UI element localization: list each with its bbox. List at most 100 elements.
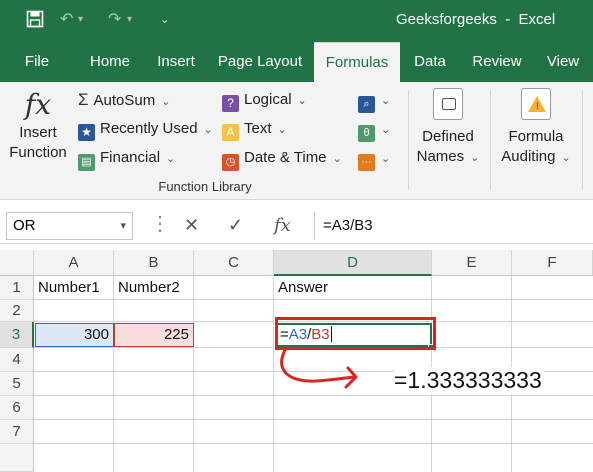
function-icon: fx [24,88,52,121]
save-icon[interactable] [26,10,44,34]
more-functions-icon: ⋯ [358,154,375,171]
lookup-reference-button[interactable]: ⌕ ⌄ [358,91,390,113]
title-bar: ↶ ▾ ↷ ▾ ⌄ Geeksforgeeks - Excel [0,0,593,42]
chevron-down-icon: ⌄ [470,152,480,164]
tab-insert[interactable]: Insert [148,42,204,82]
insert-function-icon[interactable]: fx [274,215,291,236]
undo-icon[interactable]: ↶ [60,10,73,30]
cell-a3[interactable]: 300 [35,323,114,347]
insert-function-button[interactable]: fx Insert Function [6,86,70,174]
formula-auditing-label-1: Formula [508,128,564,145]
function-library-label: Function Library [158,179,252,194]
math-icon: θ [358,125,375,142]
sigma-icon: Σ [78,90,89,109]
formulas-ribbon: fx Insert Function Σ AutoSum ⌄ ★ Recently U… [0,82,593,200]
insert-function-label-2: Function [9,144,67,161]
tab-formulas[interactable]: Formulas [314,42,400,82]
row-header-3[interactable]: 3 [0,322,34,348]
defined-names-icon [433,88,463,120]
formula-input[interactable]: =A3/B3 [314,212,593,240]
column-header-f[interactable]: F [512,250,593,276]
chevron-down-icon: ⌄ [332,153,342,165]
autosum-label: AutoSum [93,92,156,109]
defined-names-label-1: Defined [422,128,474,145]
column-header-e[interactable]: E [432,250,512,276]
star-icon: ★ [78,124,95,141]
recently-used-button[interactable]: ★ Recently Used ⌄ [78,120,213,141]
tab-home[interactable]: Home [82,42,138,82]
lookup-icon: ⌕ [358,96,375,113]
cancel-icon[interactable]: ✕ [184,215,199,236]
select-all-corner[interactable] [0,250,34,276]
column-header-a[interactable]: A [34,250,114,276]
tab-review[interactable]: Review [464,42,530,82]
ribbon-gap [0,200,593,208]
ribbon-separator [490,90,491,190]
defined-names-button[interactable]: Defined Names ⌄ [414,86,482,176]
more-functions-button[interactable]: ⋯ ⌄ [358,149,390,171]
logical-button[interactable]: ? Logical ⌄ [222,91,307,112]
date-time-label: Date & Time [244,149,327,166]
window-title: Geeksforgeeks - Excel [396,11,556,28]
tab-view[interactable]: View [540,42,586,82]
logical-label: Logical [244,91,292,108]
row-header-2[interactable]: 2 [0,300,34,322]
worksheet-grid[interactable]: A B C D E F 1 2 3 4 5 6 7 Number1 Number… [0,250,593,472]
tab-file[interactable]: File [14,42,60,82]
formula-auditing-label-2: Auditing [501,148,556,165]
row-header-6[interactable]: 6 [0,396,34,420]
chevron-down-icon: ⌄ [381,95,391,107]
financial-icon: ▤ [78,154,95,171]
financial-button[interactable]: ▤ Financial ⌄ [78,149,175,171]
math-trig-button[interactable]: θ ⌄ [358,120,390,142]
text-button[interactable]: A Text ⌄ [222,120,287,141]
row-header-5[interactable]: 5 [0,372,34,396]
chevron-down-icon: ⌄ [166,153,176,165]
name-box[interactable]: OR ▾ [6,212,133,240]
name-box-value: OR [13,217,36,234]
clock-icon: ◷ [222,154,239,171]
ribbon-separator [582,90,583,190]
chevron-down-icon: ⌄ [381,124,391,136]
recently-used-label: Recently Used [100,120,198,137]
chevron-down-icon: ⌄ [277,124,287,136]
formula-auditing-button[interactable]: ! Formula Auditing ⌄ [496,86,576,176]
drag-handle-icon[interactable]: ⋮ [150,211,171,236]
undo-dropdown-icon[interactable]: ▾ [78,10,83,30]
chevron-down-icon: ⌄ [297,95,307,107]
defined-names-label-2: Names [416,148,465,165]
chevron-down-icon: ⌄ [203,124,213,136]
autosum-button[interactable]: Σ AutoSum ⌄ [78,91,170,111]
financial-label: Financial [100,149,161,166]
column-header-d[interactable]: D [274,250,432,276]
ribbon-separator [408,90,409,190]
column-header-b[interactable]: B [114,250,194,276]
formula-auditing-icon: ! [521,88,551,120]
logical-icon: ? [222,95,239,112]
insert-function-label-1: Insert [19,124,57,141]
cell-a1[interactable]: Number1 [34,276,114,300]
column-header-c[interactable]: C [194,250,274,276]
enter-icon[interactable]: ✓ [228,215,243,236]
row-header-1[interactable]: 1 [0,276,34,300]
row-header-8[interactable] [0,444,34,472]
chevron-down-icon: ⌄ [161,96,171,108]
text-label: Text [244,120,272,137]
cell-b3[interactable]: 225 [114,323,194,347]
customize-toolbar-icon[interactable]: ⌄ [160,10,169,30]
chevron-down-icon: ⌄ [561,152,571,164]
text-icon: A [222,124,239,141]
date-time-button[interactable]: ◷ Date & Time ⌄ [222,149,342,171]
redo-icon[interactable]: ↷ [108,10,121,30]
ribbon-tabs: File Home Insert Page Layout Formulas Da… [0,42,593,82]
row-header-4[interactable]: 4 [0,348,34,372]
chevron-down-icon: ⌄ [381,153,391,165]
chevron-down-icon[interactable]: ▾ [120,213,126,239]
tab-page-layout[interactable]: Page Layout [212,42,308,82]
tab-data[interactable]: Data [406,42,454,82]
row-header-7[interactable]: 7 [0,420,34,444]
redo-dropdown-icon[interactable]: ▾ [127,10,132,30]
formula-bar: OR ▾ ⋮ ✕ ✓ fx =A3/B3 [0,208,593,244]
cell-b1[interactable]: Number2 [114,276,194,300]
cell-d1[interactable]: Answer [274,276,432,300]
